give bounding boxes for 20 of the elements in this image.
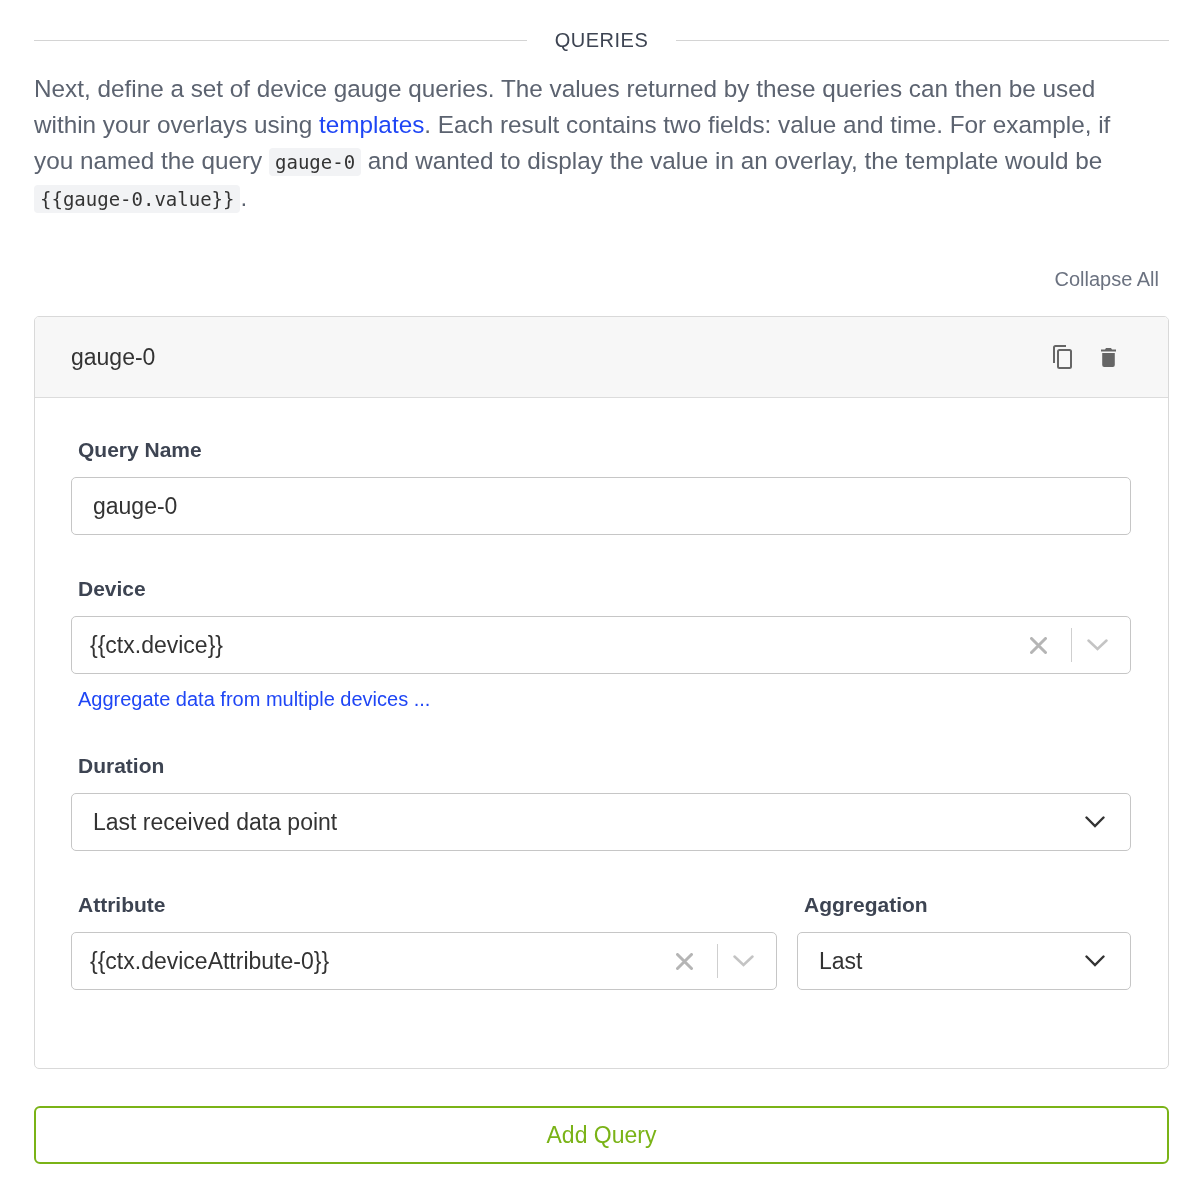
section-title: QUERIES bbox=[554, 28, 649, 52]
aggregate-link[interactable]: Aggregate data from multiple devices ... bbox=[71, 686, 431, 712]
field-label: Duration bbox=[77, 753, 166, 779]
chevron-down-icon[interactable] bbox=[1085, 955, 1105, 967]
select-field[interactable]: Last received data point bbox=[71, 793, 1131, 851]
trash-icon[interactable] bbox=[1101, 347, 1116, 367]
collapse-all-button[interactable]: Collapse All bbox=[1054, 265, 1159, 293]
field-label: Device bbox=[77, 576, 147, 602]
input-field[interactable]: gauge-0 bbox=[71, 477, 1131, 535]
query-title: gauge-0 bbox=[71, 343, 157, 371]
code-snippet: {{gauge-0.value}} bbox=[34, 185, 241, 213]
code-snippet: gauge-0 bbox=[269, 148, 362, 176]
field-label: Query Name bbox=[77, 437, 203, 463]
chevron-down-icon[interactable] bbox=[1085, 816, 1105, 828]
select-field[interactable]: Last bbox=[797, 932, 1131, 990]
field-label: Aggregation bbox=[803, 892, 929, 918]
intro-paragraph: Next, define a set of device gauge queries. The values returned by these queries can then be used within your overlays using templates. Each result contains two fields: value and time. For example, if you named the query gauge-0 and wanted to display the value in an overlay, the template would be {{gauge-0.value}} . bbox=[34, 74, 1112, 215]
templates-link[interactable]: templates bbox=[318, 111, 425, 138]
copy-icon[interactable] bbox=[1051, 345, 1072, 369]
field-label: Attribute bbox=[77, 892, 167, 918]
